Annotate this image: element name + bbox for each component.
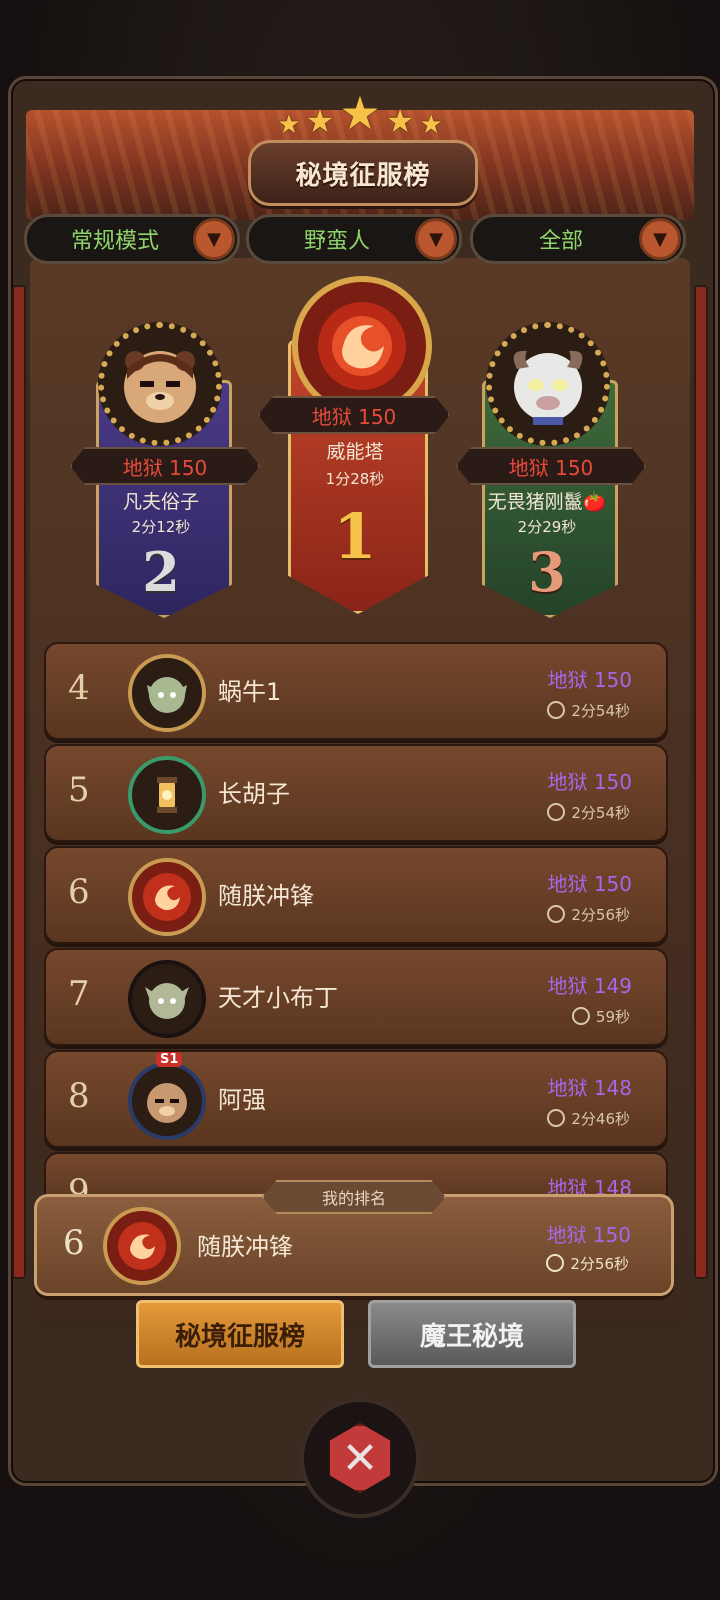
row-rank: 7 xyxy=(68,974,90,1014)
scope-filter-dropdown[interactable]: 全部 ▼ xyxy=(470,214,686,264)
clear-time: 2分29秒 xyxy=(517,518,577,536)
player-avatar xyxy=(128,654,206,732)
clock-icon xyxy=(547,905,566,923)
clock-icon xyxy=(547,803,566,821)
chevron-down-icon[interactable]: ▼ xyxy=(415,218,457,260)
fire-swirl-icon xyxy=(118,1222,166,1270)
scope-filter-label: 全部 xyxy=(538,229,583,254)
leaderboard-row[interactable]: 4 蜗牛1 地狱 150 2分54秒 xyxy=(44,642,668,740)
close-icon: ✕ xyxy=(329,1423,391,1493)
rank-number: 1 xyxy=(333,500,377,573)
difficulty-label: 地狱 150 xyxy=(547,668,632,692)
my-rank-tag: 我的排名 xyxy=(262,1180,446,1214)
clear-time: 1分28秒 xyxy=(325,470,385,488)
leaderboard-row[interactable]: 6 随朕冲锋 地狱 150 2分56秒 xyxy=(44,846,668,944)
star-icon: ★ xyxy=(419,110,443,140)
leaderboard-row[interactable]: 7 天才小布丁 地狱 149 59秒 xyxy=(44,948,668,1046)
difficulty-label: 地狱 148 xyxy=(547,1076,632,1100)
player-avatar xyxy=(128,1062,206,1140)
row-rank: 6 xyxy=(68,872,90,912)
fire-swirl-icon xyxy=(318,302,406,390)
player-avatar xyxy=(128,858,206,936)
player-name: 天才小布丁 xyxy=(218,984,338,1012)
rating-stars: ★ ★ ★ ★ ★ xyxy=(262,86,458,140)
player-avatar xyxy=(292,276,432,416)
player-avatar xyxy=(98,322,222,446)
right-frame-bar xyxy=(694,285,708,1279)
player-name: 无畏猪刚鬣🍅 xyxy=(487,491,607,513)
clear-time: 59秒 xyxy=(571,1006,630,1027)
player-name: 威能塔 xyxy=(326,441,384,463)
star-icon: ★ xyxy=(385,102,415,140)
tab-conquest-leaderboard[interactable]: 秘境征服榜 xyxy=(136,1300,344,1368)
difficulty-ribbon: 地狱 150 xyxy=(70,447,260,485)
player-avatar xyxy=(486,322,610,446)
player-name: 随朕冲锋 xyxy=(197,1233,293,1261)
difficulty-label: 地狱 150 xyxy=(547,872,632,896)
row-rank: 5 xyxy=(68,770,90,810)
player-avatar xyxy=(128,756,206,834)
elf-face-icon xyxy=(145,983,189,1019)
player-name: 凡夫俗子 xyxy=(122,491,199,513)
row-rank: 6 xyxy=(63,1223,85,1263)
leaderboard-row[interactable]: 8 S1 阿强 地狱 148 2分46秒 xyxy=(44,1050,668,1148)
player-name: 阿强 xyxy=(218,1086,266,1114)
clock-icon xyxy=(547,1109,566,1127)
chevron-down-icon[interactable]: ▼ xyxy=(193,218,235,260)
elf-face-icon xyxy=(147,677,187,713)
left-frame-bar xyxy=(12,285,26,1279)
rank-number: 3 xyxy=(528,540,566,604)
lantern-icon xyxy=(157,777,177,813)
clear-time: 2分56秒 xyxy=(546,1253,629,1274)
player-name: 长胡子 xyxy=(218,780,290,808)
star-icon: ★ xyxy=(277,110,301,140)
chevron-down-icon[interactable]: ▼ xyxy=(639,218,681,260)
clear-time: 2分54秒 xyxy=(547,802,630,823)
row-rank: 4 xyxy=(68,668,90,708)
clock-icon xyxy=(546,1254,565,1272)
page-title: 秘境征服榜 xyxy=(295,160,431,191)
class-filter-dropdown[interactable]: 野蛮人 ▼ xyxy=(246,214,462,264)
clear-time: 2分12秒 xyxy=(131,518,191,536)
clear-time: 2分56秒 xyxy=(547,904,630,925)
star-icon: ★ xyxy=(305,102,335,140)
difficulty-ribbon: 地狱 150 xyxy=(258,396,450,434)
row-rank: 8 xyxy=(68,1076,90,1116)
star-icon: ★ xyxy=(339,86,381,140)
bear-face-icon xyxy=(147,1083,187,1123)
player-name: 蜗牛1 xyxy=(218,678,282,706)
player-avatar xyxy=(128,960,206,1038)
difficulty-ribbon: 地狱 150 xyxy=(456,447,646,485)
player-avatar xyxy=(103,1207,181,1285)
difficulty-label: 地狱 150 xyxy=(547,770,632,794)
rank-number: 2 xyxy=(142,540,180,604)
clock-icon xyxy=(547,701,566,719)
mode-filter-dropdown[interactable]: 常规模式 ▼ xyxy=(24,214,240,264)
goat-face-icon xyxy=(513,350,583,425)
page-title-plate: 秘境征服榜 xyxy=(248,140,478,206)
mode-filter-label: 常规模式 xyxy=(70,229,159,254)
tab-demon-realm[interactable]: 魔王秘境 xyxy=(368,1300,576,1368)
class-filter-label: 野蛮人 xyxy=(303,229,370,254)
clock-icon xyxy=(571,1007,590,1025)
leaderboard-row[interactable]: 5 长胡子 地狱 150 2分54秒 xyxy=(44,744,668,842)
clear-time: 2分54秒 xyxy=(547,700,630,721)
fire-swirl-icon xyxy=(143,873,191,921)
difficulty-label: 地狱 149 xyxy=(547,974,632,998)
bear-face-icon xyxy=(124,351,196,423)
player-name: 随朕冲锋 xyxy=(218,882,314,910)
close-button[interactable]: ✕ xyxy=(300,1398,420,1518)
season-badge: S1 xyxy=(156,1052,183,1067)
difficulty-label: 地狱 150 xyxy=(546,1223,631,1247)
clear-time: 2分46秒 xyxy=(547,1108,630,1129)
